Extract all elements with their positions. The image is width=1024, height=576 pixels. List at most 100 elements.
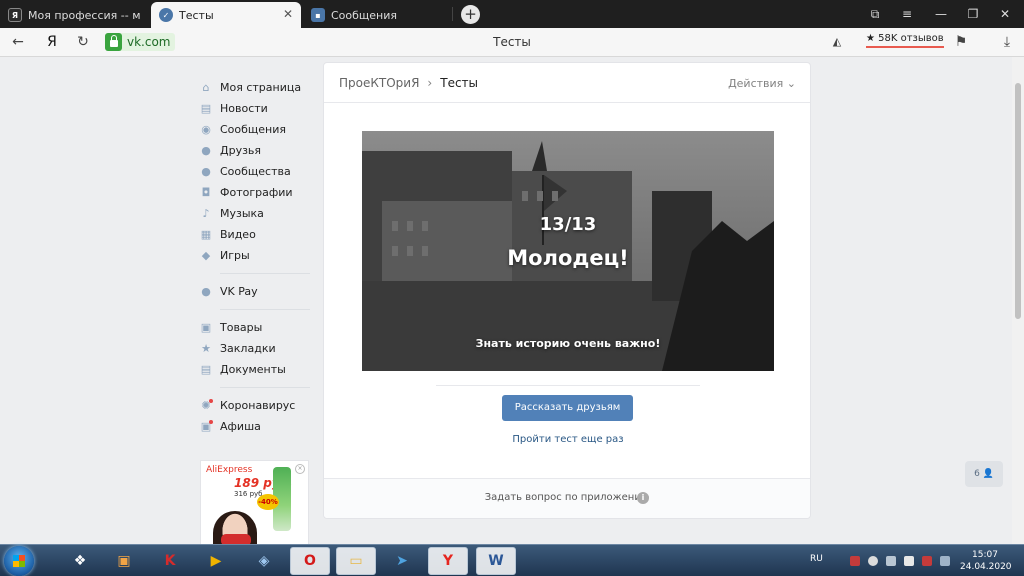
close-tab-icon[interactable]: ✕ <box>283 7 293 21</box>
breadcrumb-current: Тесты <box>440 75 479 90</box>
yandex-logo-icon[interactable]: Я <box>43 33 61 51</box>
opera-icon[interactable]: O <box>290 547 330 575</box>
camera-icon: ◘ <box>201 185 211 199</box>
gamepad-icon: ◆ <box>201 248 211 262</box>
afisha-icon: ▣ <box>200 419 213 433</box>
yandex-browser-icon[interactable]: Y <box>428 547 468 575</box>
score-text: 13/13 <box>539 214 597 235</box>
sidebar-divider <box>220 273 310 274</box>
reload-icon[interactable]: ↻ <box>74 33 92 51</box>
language-indicator[interactable]: RU <box>810 554 823 564</box>
back-arrow-icon[interactable]: ← <box>9 33 27 51</box>
goods-icon: ▣ <box>200 320 212 334</box>
sidebar-item-documents[interactable]: ▤ Документы <box>200 359 310 380</box>
friends-icon: ● <box>201 143 211 157</box>
media-player-icon[interactable]: ▶ <box>196 547 236 575</box>
retry-test-link[interactable]: Пройти тест еще раз <box>324 434 812 445</box>
url-field[interactable]: vk.com <box>105 33 175 51</box>
actions-dropdown[interactable]: Действия ⌄ <box>728 77 796 90</box>
sidebar-item-coronavirus[interactable]: ✺ Коронавирус <box>200 395 310 416</box>
taskbar: ❖ ▣ K ▶ ◈ O ▭ ➤ Y W RU 15:07 24.04.2020 <box>0 544 1024 576</box>
verdict-text: Молодец! <box>507 246 629 270</box>
address-bar: ← Я ↻ vk.com Тесты ◭ ★ 58K отзывов ⚑ ⤓ <box>0 28 1024 57</box>
home-icon: ⌂ <box>202 80 210 94</box>
close-window-icon[interactable]: ✕ <box>996 5 1014 23</box>
sidebar-item-photos[interactable]: ◘ Фотографии <box>200 182 310 203</box>
maximize-icon[interactable]: ❐ <box>964 5 982 23</box>
explorer-window-icon[interactable]: ❖ <box>60 547 100 575</box>
start-button[interactable] <box>4 546 34 576</box>
sidebar-item-friends[interactable]: ● Друзья <box>200 140 310 161</box>
messages-favicon-icon: ▪ <box>311 8 325 22</box>
aliexpress-ad[interactable]: AliExpress 189 руб. 316 руб. -40% × <box>200 460 309 544</box>
clock-date: 24.04.2020 <box>960 562 1012 572</box>
app-panel: ПроеКТОриЯ › Тесты Действия ⌄ 13/13 Моло… <box>323 62 811 519</box>
vk-pay-icon: ● <box>201 284 211 298</box>
sidebar-item-video[interactable]: ▦ Видео <box>200 224 310 245</box>
info-icon[interactable]: i <box>637 492 649 504</box>
page-scrollbar[interactable] <box>1012 57 1024 544</box>
tab-tests[interactable]: ✓ Тесты ✕ <box>151 2 301 28</box>
tray-flag-icon[interactable] <box>904 556 914 566</box>
network-signal-icon[interactable] <box>940 556 950 566</box>
menu-icon[interactable]: ≡ <box>898 5 916 23</box>
reader-mode-icon[interactable]: ◭ <box>828 33 846 51</box>
clock[interactable]: 15:07 24.04.2020 <box>960 549 1012 573</box>
result-image: 13/13 Молодец! Знать историю очень важно… <box>362 131 774 371</box>
ad-brand: AliExpress <box>206 465 253 475</box>
archive-app-icon[interactable]: ▣ <box>104 547 144 575</box>
network-app-icon[interactable]: ◈ <box>244 547 284 575</box>
ad-mask-image <box>221 534 251 544</box>
breadcrumb-app-link[interactable]: ПроеКТОриЯ <box>339 76 419 90</box>
ask-question-link[interactable]: Задать вопрос по приложению <box>324 492 810 503</box>
ad-close-icon[interactable]: × <box>295 464 305 474</box>
sidebar-item-afisha[interactable]: ▣ Афиша <box>200 416 310 437</box>
video-icon: ▦ <box>200 227 212 241</box>
tab-messages[interactable]: ▪ Сообщения <box>303 2 451 28</box>
tab-divider <box>452 7 453 21</box>
folder-icon[interactable]: ▭ <box>336 547 376 575</box>
messages-icon: ◉ <box>201 122 211 136</box>
scrollbar-thumb[interactable] <box>1015 83 1021 319</box>
lock-icon <box>105 33 122 51</box>
site-favicon-icon: Я <box>8 8 22 22</box>
music-note-icon: ♪ <box>202 206 210 220</box>
url-domain: vk.com <box>127 35 171 49</box>
ad-discount-badge: -40% <box>257 494 279 510</box>
sidebar-item-messages[interactable]: ◉ Сообщения <box>200 119 310 140</box>
browser-tab-bar: Я Моя профессия -- моя ис ✓ Тесты ✕ ▪ Со… <box>0 0 1024 28</box>
document-icon: ▤ <box>200 362 212 376</box>
divider <box>436 385 700 386</box>
clock-time: 15:07 <box>972 550 998 560</box>
tab-list-icon[interactable]: ⧉ <box>866 5 884 23</box>
tab-professions[interactable]: Я Моя профессия -- моя ис <box>0 2 148 28</box>
volume-icon[interactable] <box>886 556 896 566</box>
sidebar-item-games[interactable]: ◆ Игры <box>200 245 310 266</box>
news-icon: ▤ <box>200 101 212 115</box>
tray-security-icon[interactable] <box>922 556 932 566</box>
vk-favicon-icon: ✓ <box>159 8 173 22</box>
sidebar-item-bookmarks[interactable]: ★ Закладки <box>200 338 310 359</box>
sidebar-item-music[interactable]: ♪ Музыка <box>200 203 310 224</box>
word-icon[interactable]: W <box>476 547 516 575</box>
new-tab-button[interactable]: + <box>461 5 480 24</box>
sidebar-item-communities[interactable]: ● Сообщества <box>200 161 310 182</box>
sidebar-item-my-page[interactable]: ⌂ Моя страница <box>200 77 310 98</box>
tray-clock-icon[interactable] <box>868 556 878 566</box>
communities-icon: ● <box>201 164 211 178</box>
chat-friends-button[interactable]: 6 👤 <box>965 461 1003 487</box>
sidebar-item-news[interactable]: ▤ Новости <box>200 98 310 119</box>
bookmark-icon[interactable]: ⚑ <box>952 33 970 51</box>
sidebar-item-vk-pay[interactable]: ● VK Pay <box>200 281 310 302</box>
star-icon: ★ <box>201 341 211 355</box>
tray-app-icon[interactable] <box>850 556 860 566</box>
telegram-icon[interactable]: ➤ <box>382 547 422 575</box>
minimize-icon[interactable]: — <box>932 5 950 23</box>
left-menu: ⌂ Моя страница ▤ Новости ◉ Сообщения ● Друзь… <box>200 77 310 437</box>
kaspersky-icon[interactable]: K <box>150 547 190 575</box>
sidebar-divider <box>220 387 310 388</box>
sidebar-item-goods[interactable]: ▣ Товары <box>200 317 310 338</box>
download-icon[interactable]: ⤓ <box>998 33 1016 51</box>
share-button[interactable]: Рассказать друзьям <box>502 395 633 421</box>
reviews-badge[interactable]: ★ 58K отзывов <box>866 33 944 48</box>
